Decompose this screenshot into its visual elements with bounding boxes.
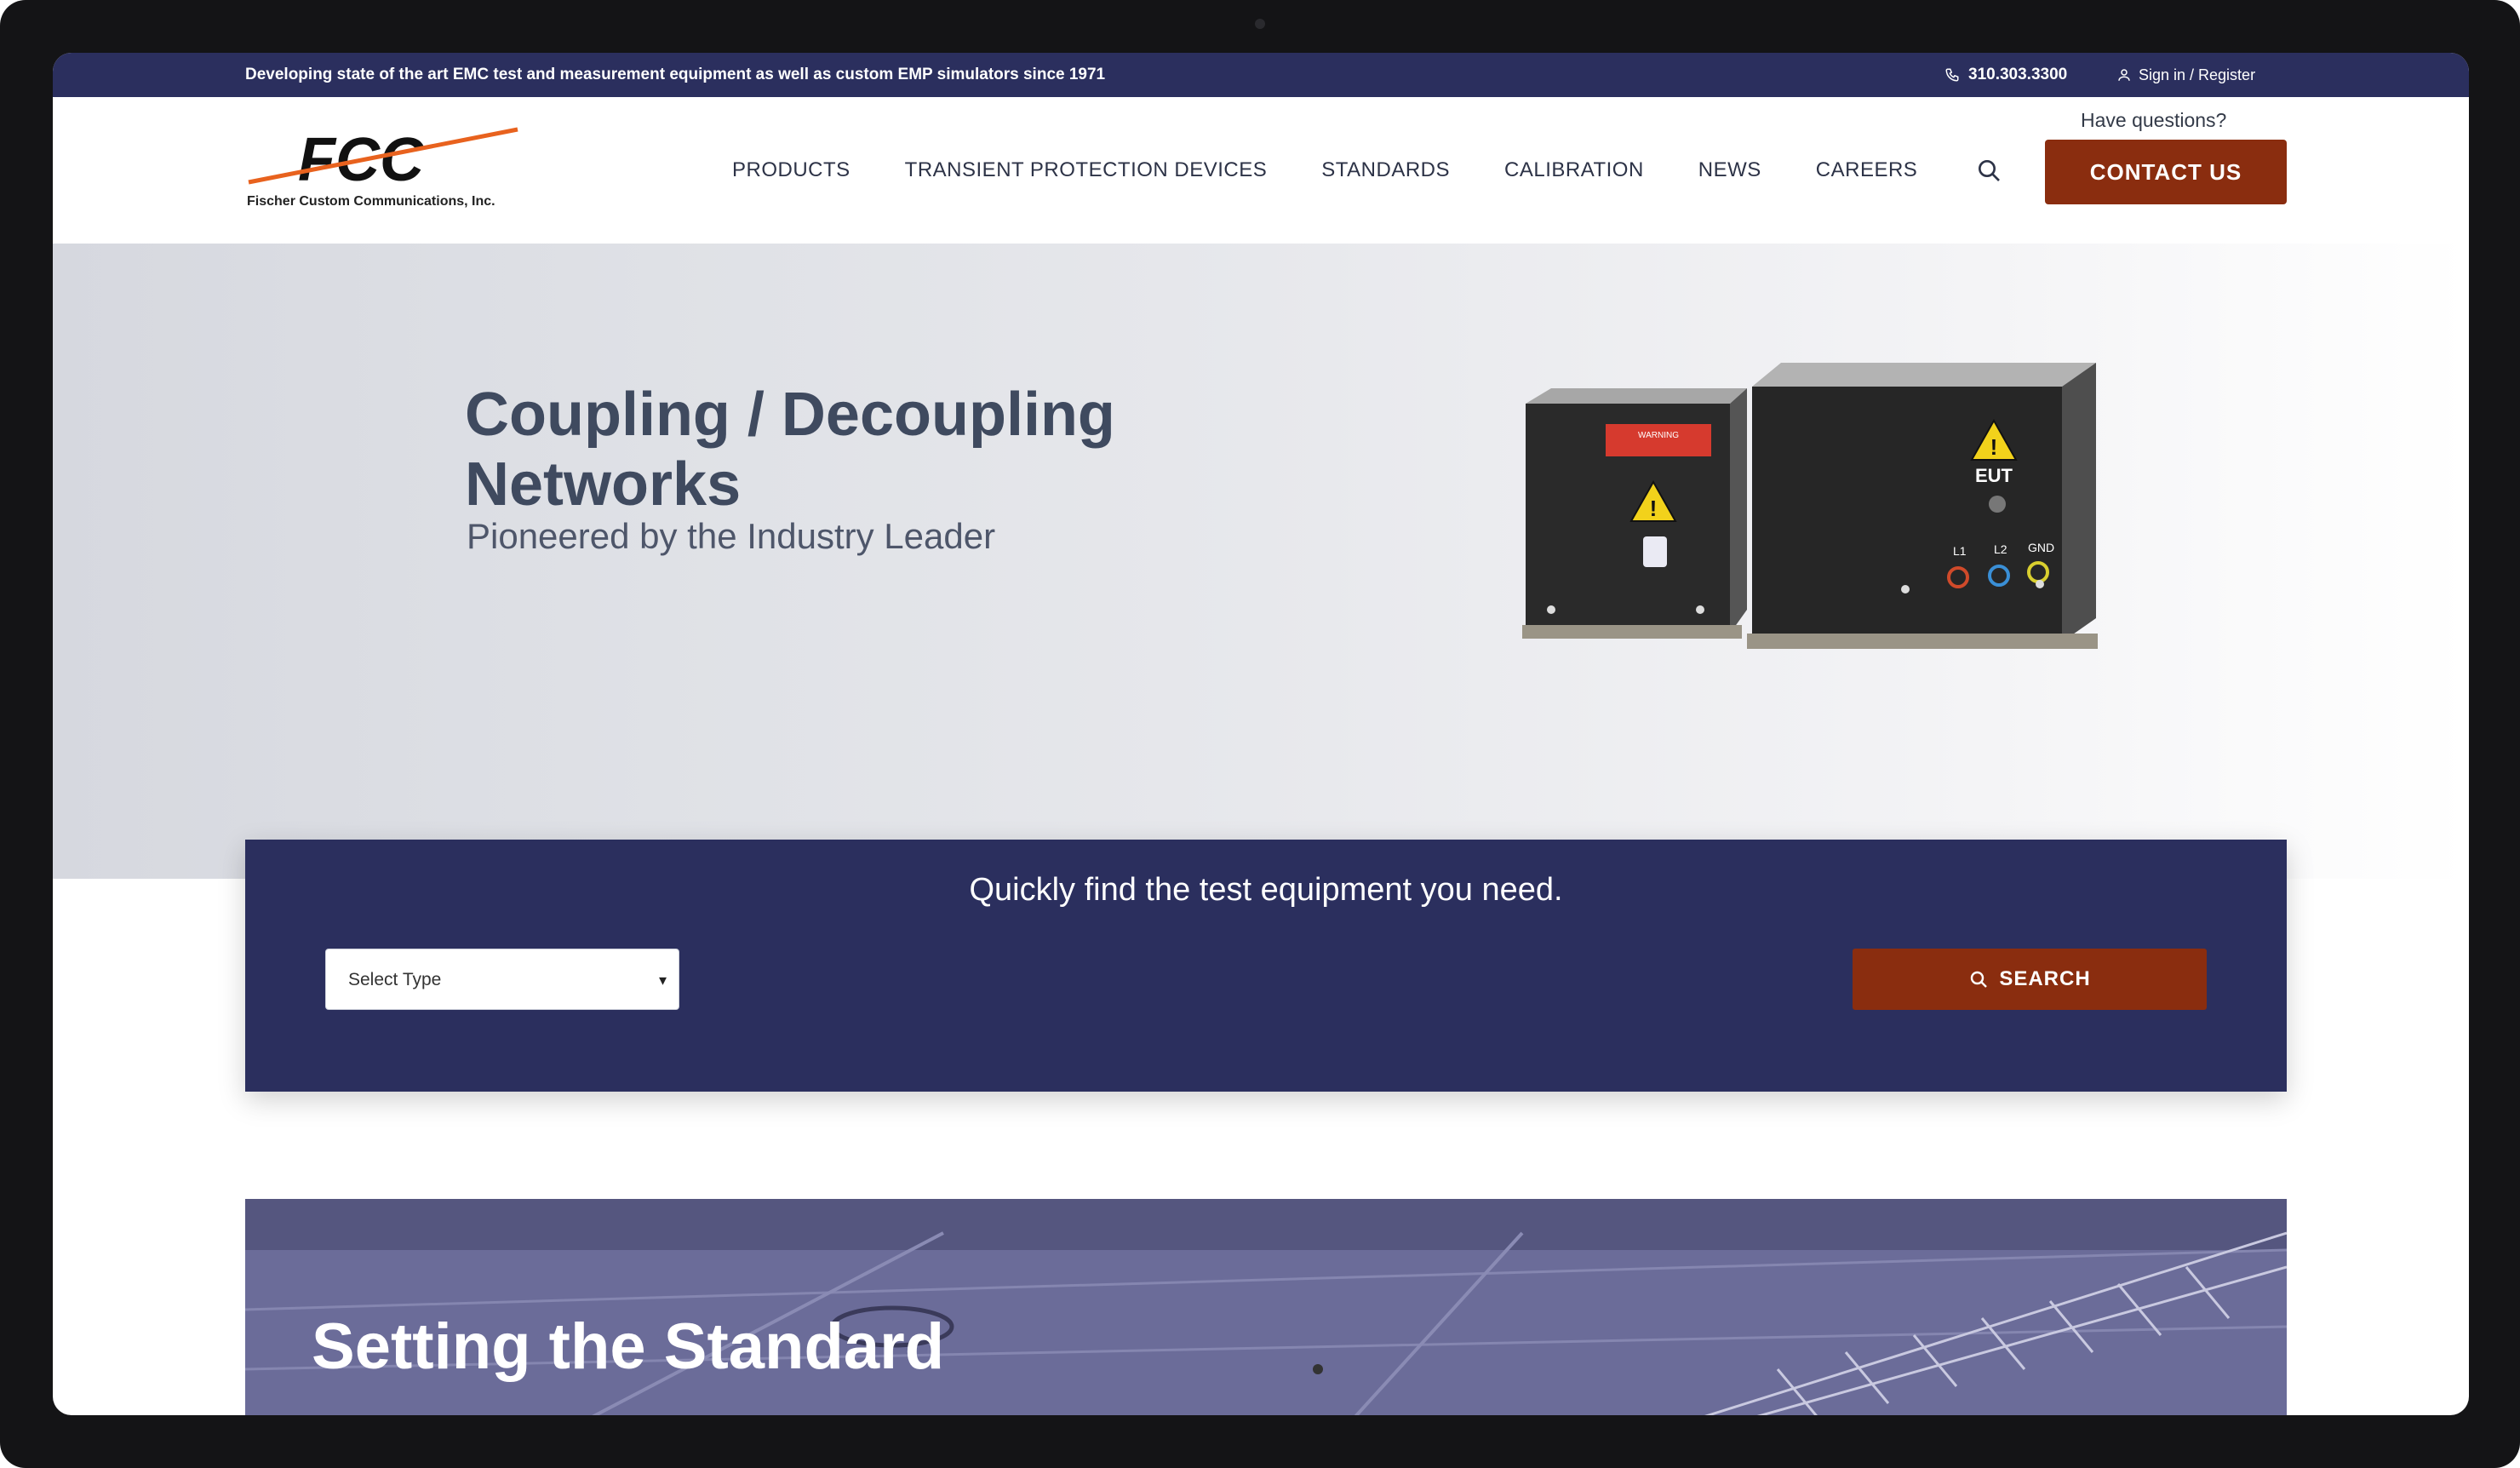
top-info-bar: Developing state of the art EMC test and… bbox=[53, 53, 2469, 97]
nav-calibration[interactable]: CALIBRATION bbox=[1504, 158, 1644, 182]
svg-text:!: ! bbox=[1650, 496, 1658, 521]
svg-text:!: ! bbox=[1990, 434, 1998, 460]
equipment-finder: Quickly find the test equipment you need… bbox=[245, 840, 2287, 1092]
chevron-down-icon: ▾ bbox=[658, 972, 667, 989]
nav-careers[interactable]: CAREERS bbox=[1816, 158, 1918, 182]
nav-news[interactable]: NEWS bbox=[1698, 158, 1761, 182]
nav-standards[interactable]: STANDARDS bbox=[1321, 158, 1450, 182]
svg-text:L1: L1 bbox=[1953, 544, 1967, 558]
svg-text:GND: GND bbox=[2028, 541, 2054, 554]
search-button-label: SEARCH bbox=[1999, 967, 2091, 990]
phone-link[interactable]: 310.303.3300 bbox=[1944, 53, 2067, 97]
logo-mark: FCC bbox=[248, 126, 518, 194]
main-nav: PRODUCTS TRANSIENT PROTECTION DEVICES ST… bbox=[732, 97, 1972, 244]
browser-viewport: Developing state of the art EMC test and… bbox=[53, 53, 2469, 1415]
nav-transient-protection-devices[interactable]: TRANSIENT PROTECTION DEVICES bbox=[905, 158, 1268, 182]
phone-number: 310.303.3300 bbox=[1968, 66, 2068, 83]
finder-title: Quickly find the test equipment you need… bbox=[969, 872, 1563, 908]
cdn-product-image: WARNING ! ! EUT L1 L2 GND bbox=[1522, 363, 2098, 649]
svg-text:EUT: EUT bbox=[1975, 465, 2013, 486]
hero-section: Coupling / Decoupling Networks Pioneered… bbox=[53, 244, 2469, 879]
tagline: Developing state of the art EMC test and… bbox=[245, 66, 1106, 83]
sign-in-label: Sign in / Register bbox=[2139, 66, 2256, 83]
device-frame: Developing state of the art EMC test and… bbox=[0, 0, 2520, 1468]
user-icon bbox=[2118, 69, 2130, 81]
sign-in-link[interactable]: Sign in / Register bbox=[2116, 53, 2255, 97]
hero-title-line-1: Coupling / Decoupling bbox=[465, 381, 1115, 449]
fcc-logo[interactable]: FCC Fischer Custom Communications, Inc. bbox=[243, 126, 524, 220]
logo-subtitle: Fischer Custom Communications, Inc. bbox=[247, 194, 495, 209]
hero-subtitle: Pioneered by the Industry Leader bbox=[467, 516, 996, 556]
svg-text:L2: L2 bbox=[1994, 542, 2007, 556]
search-icon[interactable] bbox=[1975, 157, 2002, 184]
type-select[interactable]: Select Type ▾ bbox=[325, 949, 679, 1010]
search-button[interactable]: SEARCH bbox=[1853, 949, 2207, 1010]
hero-title-line-2: Networks bbox=[465, 450, 742, 519]
contact-us-button[interactable]: CONTACT US bbox=[2045, 140, 2287, 204]
site-header: FCC Fischer Custom Communications, Inc. … bbox=[53, 97, 2469, 244]
hero-title: Coupling / Decoupling Networks bbox=[465, 380, 1115, 519]
search-icon bbox=[1971, 971, 1988, 988]
standard-banner: Setting the Standard bbox=[245, 1199, 2287, 1415]
banner-title: Setting the Standard bbox=[312, 1310, 945, 1383]
camera bbox=[1255, 19, 1265, 29]
have-questions-text: Have questions? bbox=[2081, 109, 2227, 131]
nav-products[interactable]: PRODUCTS bbox=[732, 158, 850, 182]
svg-text:WARNING: WARNING bbox=[1638, 431, 1679, 440]
type-select-value: Select Type bbox=[348, 970, 442, 989]
phone-icon bbox=[1945, 68, 1959, 82]
